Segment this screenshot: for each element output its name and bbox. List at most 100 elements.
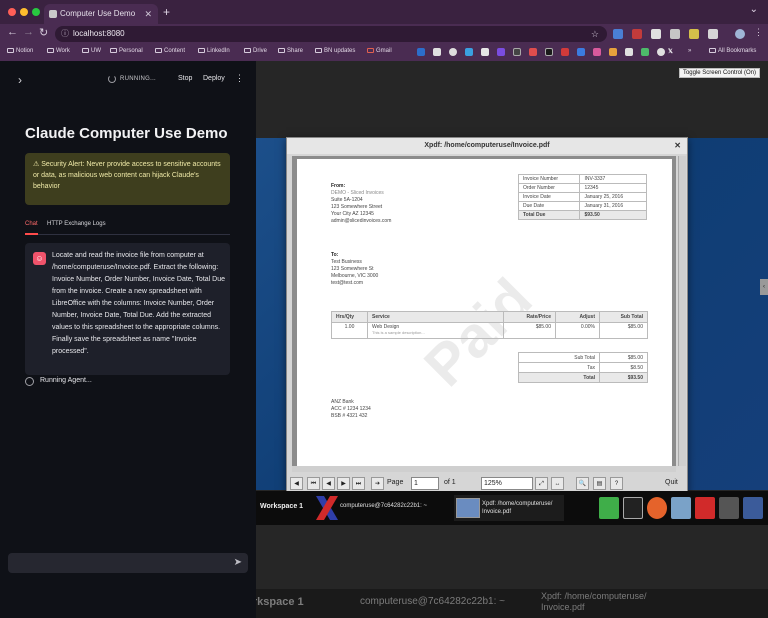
linkedin-icon[interactable] bbox=[417, 48, 425, 56]
find-button[interactable]: 🔍 bbox=[576, 477, 589, 490]
bookmark-folder-personal[interactable]: Personal bbox=[110, 48, 143, 54]
youtube-icon[interactable] bbox=[561, 48, 569, 56]
page-number-input[interactable]: 1 bbox=[411, 477, 439, 490]
x-icon[interactable]: 𝕏 bbox=[668, 48, 673, 55]
bookmark-icon[interactable] bbox=[513, 48, 521, 56]
bookmark-icon[interactable] bbox=[641, 48, 649, 56]
main-menu-icon[interactable]: ⋮ bbox=[235, 73, 244, 84]
close-tab-icon[interactable]: ✕ bbox=[144, 4, 152, 24]
forward-icon[interactable]: → bbox=[23, 26, 34, 38]
terminal-task[interactable]: computeruse@7c64282c22b1: ~ bbox=[340, 503, 427, 509]
new-tab-icon[interactable]: + bbox=[163, 5, 170, 19]
spinner-icon bbox=[108, 75, 116, 83]
forward-button[interactable]: ➔ bbox=[371, 477, 384, 490]
page-label: Page bbox=[387, 479, 404, 486]
close-window-button[interactable] bbox=[8, 8, 16, 16]
tab-chat[interactable]: Chat bbox=[25, 221, 38, 227]
bookmark-folder-bn-updates[interactable]: BN updates bbox=[315, 48, 355, 54]
browser-tab[interactable]: Computer Use Demo ✕ bbox=[44, 4, 158, 24]
maximize-window-button[interactable] bbox=[32, 8, 40, 16]
bookmark-icon[interactable] bbox=[625, 48, 633, 56]
bookmark-folder-content[interactable]: Content bbox=[155, 48, 185, 54]
deploy-button[interactable]: Deploy bbox=[203, 75, 225, 82]
browser-menu-icon[interactable]: ⋮ bbox=[754, 27, 763, 38]
help-button[interactable]: ? bbox=[610, 477, 623, 490]
extensions-puzzle-icon[interactable] bbox=[708, 29, 718, 39]
chat-input[interactable]: ➤ bbox=[8, 553, 248, 573]
text-editor-icon[interactable] bbox=[719, 497, 739, 519]
bookmark-icon[interactable] bbox=[497, 48, 505, 56]
expand-sidebar-icon[interactable]: › bbox=[18, 73, 22, 87]
bookmark-folder-drive[interactable]: Drive bbox=[244, 48, 267, 54]
streamlit-header: › RUNNING... Stop Deploy ⋮ bbox=[0, 61, 256, 99]
bookmark-icon[interactable] bbox=[609, 48, 617, 56]
extension-icon[interactable] bbox=[689, 29, 699, 39]
spreadsheet-icon[interactable] bbox=[599, 497, 619, 519]
terminal-icon[interactable] bbox=[623, 497, 643, 519]
calculator-icon[interactable] bbox=[743, 497, 763, 519]
profile-avatar[interactable] bbox=[735, 29, 745, 39]
chevron-down-icon[interactable]: ⌄ bbox=[750, 4, 758, 15]
site-info-icon[interactable]: ⓘ bbox=[61, 26, 69, 42]
tab-http-exchange-logs[interactable]: HTTP Exchange Logs bbox=[47, 221, 106, 227]
stop-button[interactable]: Stop bbox=[178, 75, 192, 82]
first-page-button[interactable]: ◀ bbox=[290, 477, 303, 490]
bookmark-icon[interactable] bbox=[577, 48, 585, 56]
next-page-button[interactable]: ▶ bbox=[337, 477, 350, 490]
bookmark-folder-uw[interactable]: UW bbox=[82, 48, 101, 54]
status-circle-icon bbox=[25, 377, 34, 386]
bookmark-icon[interactable] bbox=[433, 48, 441, 56]
bookmark-icon[interactable] bbox=[593, 48, 601, 56]
bookmark-icon[interactable] bbox=[465, 48, 473, 56]
folder-icon bbox=[155, 48, 162, 53]
print-button[interactable]: ▤ bbox=[593, 477, 606, 490]
agent-status-text: Running Agent... bbox=[40, 377, 92, 384]
mail-icon[interactable] bbox=[671, 497, 691, 519]
invoice-to: To: Test Business 123 Somewhere St Melbo… bbox=[331, 252, 379, 286]
extension-icon[interactable] bbox=[632, 29, 642, 39]
folder-icon bbox=[47, 48, 54, 53]
extension-icon[interactable] bbox=[613, 29, 623, 39]
xpdf-title-bar[interactable]: Xpdf: /home/computeruse/Invoice.pdf ✕ bbox=[287, 138, 687, 154]
bookmark-folder-linkedin[interactable]: LinkedIn bbox=[198, 48, 230, 54]
xpdf-task[interactable]: Xpdf: /home/computeruse/Invoice.pdf bbox=[454, 495, 564, 521]
bookmark-folder-work[interactable]: Work bbox=[47, 48, 70, 54]
zoom-select[interactable]: 125% bbox=[481, 477, 533, 490]
more-bookmarks-icon[interactable]: » bbox=[688, 48, 691, 54]
fit-width-button[interactable]: ↔ bbox=[551, 477, 564, 490]
bookmark-icon[interactable] bbox=[481, 48, 489, 56]
bookmark-gmail[interactable]: Gmail bbox=[367, 48, 392, 54]
fit-page-button[interactable]: ⤢ bbox=[535, 477, 548, 490]
xpdf-title: Xpdf: /home/computeruse/Invoice.pdf bbox=[424, 142, 550, 149]
gmail-icon bbox=[367, 48, 374, 53]
firefox-icon[interactable] bbox=[647, 497, 667, 519]
pdf-viewport[interactable]: Paid From: DEMO - Sliced Invoices Suite … bbox=[292, 156, 676, 466]
prev-page-button[interactable]: ◀ bbox=[322, 477, 335, 490]
bookmark-folder-share[interactable]: Share bbox=[278, 48, 303, 54]
address-bar[interactable]: ⓘ localhost:8080 ☆ bbox=[55, 26, 607, 42]
bookmark-folder-notion[interactable]: Notion bbox=[7, 48, 33, 54]
toggle-screen-control-button[interactable]: Toggle Screen Control (On) bbox=[678, 68, 760, 78]
xpdf-icon[interactable] bbox=[695, 497, 715, 519]
bookmark-icon[interactable] bbox=[529, 48, 537, 56]
back-icon[interactable]: ← bbox=[7, 26, 18, 38]
extension-icon[interactable] bbox=[651, 29, 661, 39]
bookmark-icon[interactable] bbox=[545, 48, 553, 56]
horizontal-scrollbar[interactable] bbox=[292, 466, 676, 472]
user-message: ☺ Locate and read the invoice file from … bbox=[25, 243, 230, 375]
bookmark-star-icon[interactable]: ☆ bbox=[591, 26, 599, 42]
extension-icon[interactable] bbox=[670, 29, 680, 39]
reload-icon[interactable]: ↻ bbox=[39, 26, 48, 39]
all-bookmarks[interactable]: All Bookmarks bbox=[709, 48, 756, 54]
prev-ten-pages-button[interactable]: ⏮ bbox=[307, 477, 320, 490]
vertical-scrollbar[interactable] bbox=[678, 156, 686, 466]
minimize-window-button[interactable] bbox=[20, 8, 28, 16]
send-icon[interactable]: ➤ bbox=[234, 557, 242, 568]
close-icon[interactable]: ✕ bbox=[674, 138, 681, 154]
bookmark-icon[interactable] bbox=[449, 48, 457, 56]
bookmark-icon[interactable] bbox=[657, 48, 665, 56]
next-ten-pages-button[interactable]: ⏭ bbox=[352, 477, 365, 490]
quit-button[interactable]: Quit bbox=[665, 479, 678, 486]
workspace-label[interactable]: Workspace 1 bbox=[260, 503, 303, 510]
side-panel-handle-icon[interactable]: ‹ bbox=[760, 279, 768, 295]
